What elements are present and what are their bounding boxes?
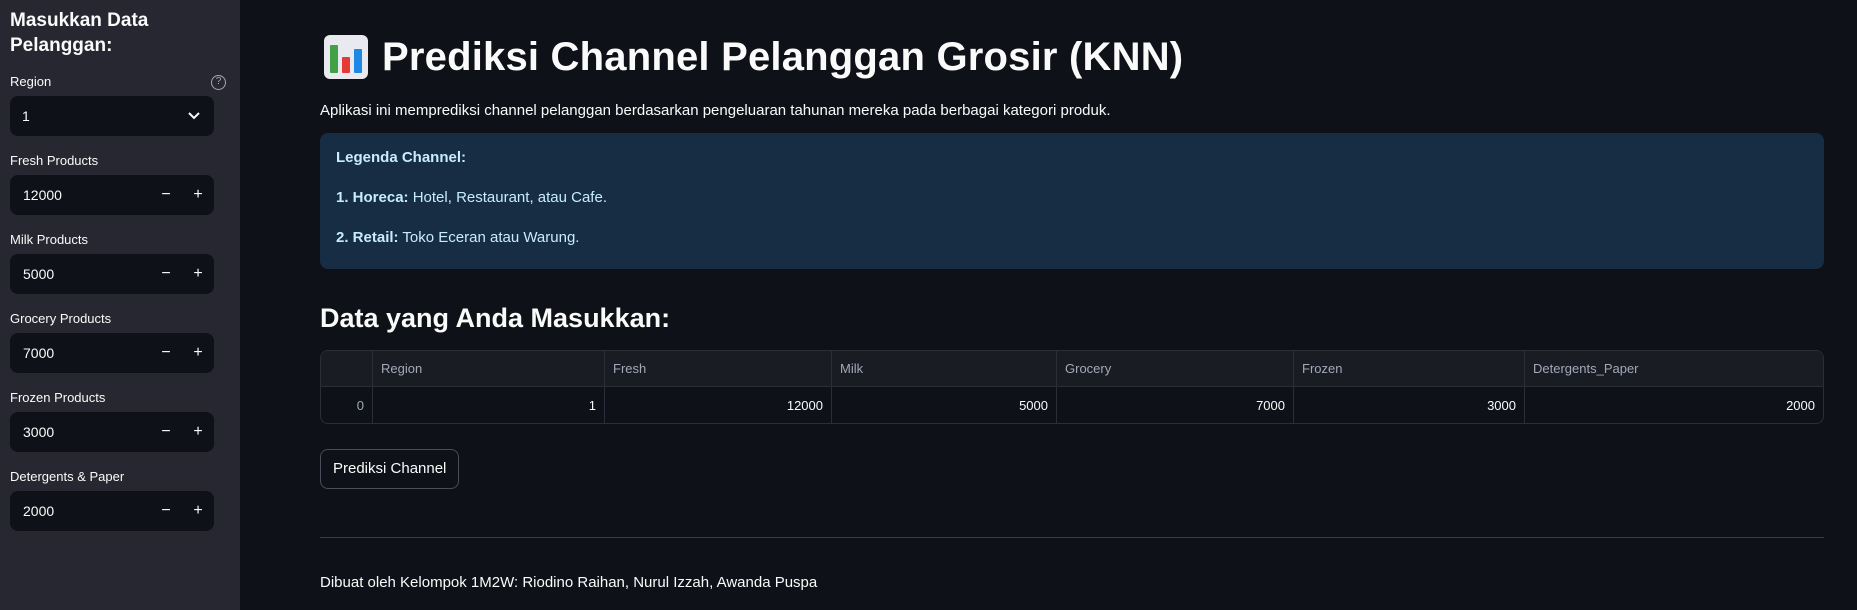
table-cell[interactable]: 3000 [1294, 387, 1525, 423]
fresh-label: Fresh Products [10, 153, 99, 168]
column-header[interactable]: Frozen [1294, 351, 1525, 386]
grocery-label: Grocery Products [10, 311, 112, 326]
milk-field: Milk Products 5000 − + [10, 230, 230, 294]
table-row: 0 1 12000 5000 7000 3000 2000 [321, 387, 1823, 423]
table-cell[interactable]: 0 [321, 387, 373, 423]
grocery-field: Grocery Products 7000 − + [10, 309, 230, 373]
legend-info-box: Legenda Channel: 1. Horeca: Hotel, Resta… [320, 133, 1824, 269]
table-cell[interactable]: 7000 [1057, 387, 1294, 423]
legend-item-horeca: 1. Horeca: Hotel, Restaurant, atau Cafe. [336, 189, 607, 206]
decrement-button[interactable]: − [150, 175, 182, 215]
detergents-label: Detergents & Paper [10, 469, 125, 484]
title-row: Prediksi Channel Pelanggan Grosir (KNN) [320, 32, 1824, 82]
frozen-field: Frozen Products 3000 − + [10, 388, 230, 452]
region-label: Region [10, 74, 52, 89]
legend-heading: Legenda Channel: [336, 149, 467, 166]
milk-value[interactable]: 5000 [10, 266, 150, 282]
main-content: Prediksi Channel Pelanggan Grosir (KNN) … [320, 0, 1824, 591]
decrement-button[interactable]: − [150, 412, 182, 452]
table-cell[interactable]: 12000 [605, 387, 832, 423]
frozen-label: Frozen Products [10, 390, 106, 405]
fresh-value[interactable]: 12000 [10, 187, 150, 203]
fresh-field: Fresh Products 12000 − + [10, 151, 230, 215]
increment-button[interactable]: + [182, 491, 214, 531]
increment-button[interactable]: + [182, 175, 214, 215]
decrement-button[interactable]: − [150, 254, 182, 294]
section-title: Data yang Anda Masukkan: [320, 303, 671, 333]
sidebar-title: Masukkan Data Pelanggan: [10, 10, 149, 56]
increment-button[interactable]: + [182, 412, 214, 452]
help-icon[interactable]: ? [211, 74, 226, 90]
sidebar: Masukkan Data Pelanggan: Region ? 1 Fres… [0, 0, 240, 610]
frozen-value[interactable]: 3000 [10, 424, 150, 440]
frozen-number-input[interactable]: 3000 − + [10, 412, 214, 452]
milk-number-input[interactable]: 5000 − + [10, 254, 214, 294]
table-cell[interactable]: 2000 [1525, 387, 1823, 423]
milk-label: Milk Products [10, 232, 89, 247]
column-header[interactable]: Fresh [605, 351, 832, 386]
chevron-down-icon [188, 112, 200, 120]
page-title: Prediksi Channel Pelanggan Grosir (KNN) [382, 34, 1184, 79]
grocery-value[interactable]: 7000 [10, 345, 150, 361]
region-select[interactable]: 1 [10, 96, 214, 136]
detergents-field: Detergents & Paper 2000 − + [10, 467, 230, 531]
increment-button[interactable]: + [182, 254, 214, 294]
region-field: Region ? 1 [10, 72, 230, 136]
detergents-value[interactable]: 2000 [10, 503, 150, 519]
column-header[interactable]: Milk [832, 351, 1057, 386]
table-cell[interactable]: 1 [373, 387, 605, 423]
legend-item-retail: 2. Retail: Toko Eceran atau Warung. [336, 229, 580, 246]
table-cell[interactable]: 5000 [832, 387, 1057, 423]
bar-chart-icon [324, 35, 368, 79]
grocery-number-input[interactable]: 7000 − + [10, 333, 214, 373]
app-description: Aplikasi ini memprediksi channel pelangg… [320, 102, 1111, 119]
column-header[interactable] [321, 351, 373, 386]
divider [320, 537, 1824, 538]
footer-credits: Dibuat oleh Kelompok 1M2W: Riodino Raiha… [320, 574, 818, 591]
predict-button[interactable]: Prediksi Channel [320, 449, 460, 489]
detergents-number-input[interactable]: 2000 − + [10, 491, 214, 531]
increment-button[interactable]: + [182, 333, 214, 373]
decrement-button[interactable]: − [150, 491, 182, 531]
region-value: 1 [22, 108, 30, 124]
column-header[interactable]: Grocery [1057, 351, 1294, 386]
column-header[interactable]: Detergents_Paper [1525, 351, 1823, 386]
column-header[interactable]: Region [373, 351, 605, 386]
table-header-row: Region Fresh Milk Grocery Frozen Deterge… [321, 351, 1823, 387]
decrement-button[interactable]: − [150, 333, 182, 373]
fresh-number-input[interactable]: 12000 − + [10, 175, 214, 215]
data-table[interactable]: Region Fresh Milk Grocery Frozen Deterge… [320, 350, 1824, 424]
